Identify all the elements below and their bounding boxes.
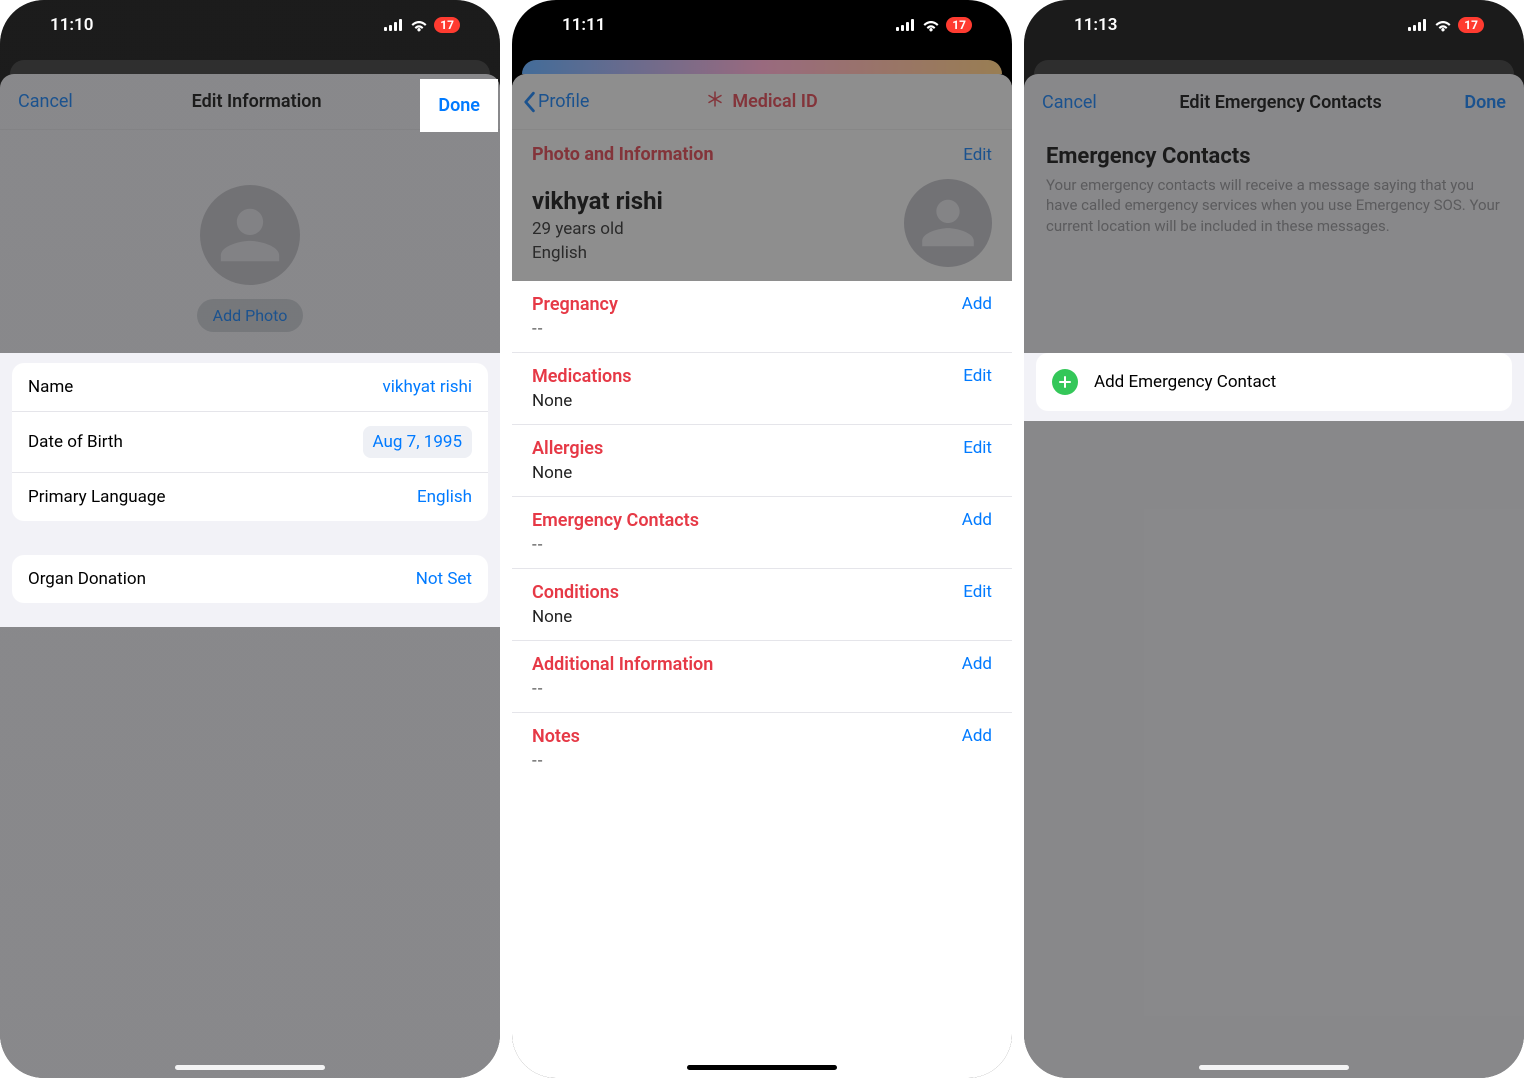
- row-value: Not Set: [416, 569, 472, 589]
- row-pregnancy: Pregnancy -- Add: [512, 281, 1012, 353]
- status-indicators: 17: [896, 17, 972, 33]
- medical-records-list: Pregnancy -- Add Medications None Edit A…: [512, 281, 1012, 784]
- row-label: Organ Donation: [28, 569, 146, 589]
- cancel-button[interactable]: Cancel: [18, 91, 73, 112]
- row-language[interactable]: Primary Language English: [12, 472, 488, 521]
- edit-button[interactable]: Edit: [963, 438, 992, 458]
- done-button[interactable]: Done: [420, 79, 498, 132]
- section-description: Your emergency contacts will receive a m…: [1046, 175, 1502, 236]
- page-title: Edit Emergency Contacts: [1179, 92, 1381, 113]
- status-indicators: 17: [1408, 17, 1484, 33]
- status-time: 11:13: [1074, 15, 1117, 35]
- back-label: Profile: [538, 91, 589, 112]
- row-label: Primary Language: [28, 487, 165, 507]
- row-organ-donation[interactable]: Organ Donation Not Set: [12, 555, 488, 603]
- plus-icon: [1052, 369, 1078, 395]
- cellular-icon: [896, 19, 916, 31]
- status-bar: 11:10 17: [0, 0, 500, 50]
- cellular-icon: [384, 19, 404, 31]
- screen-edit-information: 11:10 17 Cancel Edit Information Done Ad…: [0, 0, 500, 1078]
- add-contact-label: Add Emergency Contact: [1094, 372, 1276, 392]
- edit-button[interactable]: Edit: [963, 366, 992, 386]
- row-conditions: Conditions None Edit: [512, 569, 1012, 641]
- emergency-contacts-section: Emergency Contacts Your emergency contac…: [1024, 130, 1524, 246]
- row-additional-information: Additional Information -- Add: [512, 641, 1012, 713]
- wifi-icon: [410, 19, 428, 32]
- row-value: English: [417, 487, 472, 507]
- cellular-icon: [1408, 19, 1428, 31]
- row-medications: Medications None Edit: [512, 353, 1012, 425]
- form-lists: Name vikhyat rishi Date of Birth Aug 7, …: [0, 353, 500, 627]
- row-label: Date of Birth: [28, 432, 123, 452]
- add-button[interactable]: Add: [962, 510, 992, 530]
- sheet-backdrop: [522, 60, 1002, 74]
- status-time: 11:11: [562, 15, 605, 35]
- battery-badge: 17: [434, 17, 460, 33]
- medical-asterisk-icon: [706, 90, 724, 113]
- photo-info-section: Photo and Information Edit vikhyat rishi…: [512, 130, 1012, 281]
- status-bar: 11:11 17: [512, 0, 1012, 50]
- wifi-icon: [922, 19, 940, 32]
- edit-info-button[interactable]: Edit: [963, 145, 992, 165]
- sheet-backdrop: [10, 60, 490, 74]
- screen-medical-id: 11:11 17 Profile Medica: [512, 0, 1012, 1078]
- wifi-icon: [1434, 19, 1452, 32]
- modal-sheet: Cancel Edit Emergency Contacts Done Emer…: [1024, 74, 1524, 1078]
- row-value: vikhyat rishi: [383, 377, 472, 397]
- edit-button[interactable]: Edit: [963, 582, 992, 602]
- row-value: Aug 7, 1995: [363, 426, 472, 458]
- row-label: Name: [28, 377, 73, 397]
- battery-badge: 17: [1458, 17, 1484, 33]
- row-allergies: Allergies None Edit: [512, 425, 1012, 497]
- status-indicators: 17: [384, 17, 460, 33]
- add-button[interactable]: Add: [962, 654, 992, 674]
- section-title: Emergency Contacts: [1046, 144, 1502, 169]
- done-button[interactable]: Done: [1464, 92, 1506, 113]
- home-indicator[interactable]: [1199, 1065, 1349, 1070]
- add-button[interactable]: Add: [962, 294, 992, 314]
- home-indicator[interactable]: [175, 1065, 325, 1070]
- sheet-backdrop: [1034, 60, 1514, 74]
- page-title: Edit Information: [192, 91, 322, 112]
- nav-bar: Profile Medical ID: [512, 74, 1012, 130]
- row-name[interactable]: Name vikhyat rishi: [12, 363, 488, 411]
- add-emergency-contact-row[interactable]: Add Emergency Contact: [1036, 353, 1512, 411]
- screen-edit-emergency-contacts: 11:13 17 Cancel Edit Emergency Contacts …: [1024, 0, 1524, 1078]
- avatar-placeholder[interactable]: [200, 185, 300, 285]
- section-title: Photo and Information: [532, 144, 714, 165]
- add-button[interactable]: Add: [962, 726, 992, 746]
- modal-sheet: Profile Medical ID Photo and Information…: [512, 74, 1012, 1078]
- cancel-button[interactable]: Cancel: [1042, 92, 1097, 113]
- avatar-section: Add Photo: [0, 130, 500, 332]
- avatar-placeholder[interactable]: [904, 179, 992, 267]
- row-dob[interactable]: Date of Birth Aug 7, 1995: [12, 411, 488, 472]
- nav-bar: Cancel Edit Emergency Contacts Done: [1024, 74, 1524, 130]
- status-bar: 11:13 17: [1024, 0, 1524, 50]
- page-title: Medical ID: [706, 90, 817, 113]
- row-emergency-contacts: Emergency Contacts -- Add: [512, 497, 1012, 569]
- add-contact-highlight: Add Emergency Contact: [1024, 353, 1524, 421]
- add-photo-button[interactable]: Add Photo: [197, 299, 304, 332]
- home-indicator[interactable]: [687, 1065, 837, 1070]
- battery-badge: 17: [946, 17, 972, 33]
- back-button[interactable]: Profile: [522, 91, 589, 113]
- status-time: 11:10: [50, 15, 93, 35]
- row-notes: Notes -- Add: [512, 713, 1012, 784]
